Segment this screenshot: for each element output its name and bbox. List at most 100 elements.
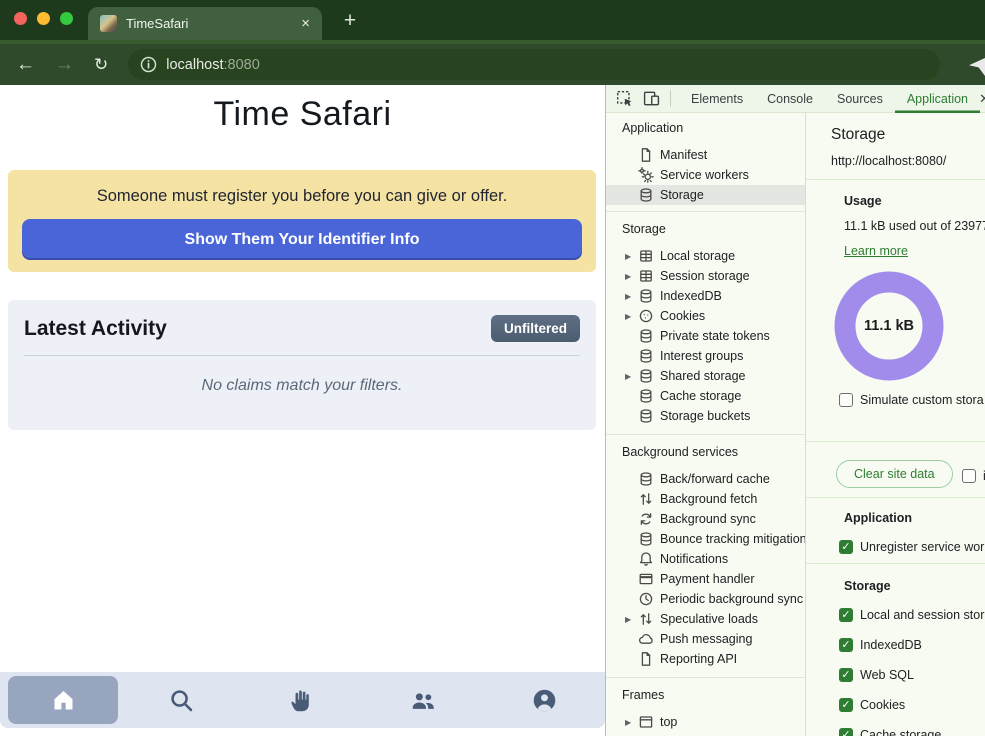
site-info-icon[interactable] [140, 56, 157, 73]
sidebar-item-manifest[interactable]: ▶Manifest [606, 145, 805, 165]
expand-arrow-icon[interactable]: ▶ [625, 312, 638, 321]
expand-arrow-icon[interactable]: ▶ [625, 372, 638, 381]
tab-close-icon[interactable]: × [301, 16, 310, 31]
mouse-cursor [969, 58, 985, 76]
sidebar-item-storage[interactable]: ▶Storage [606, 185, 805, 205]
sidebar-item-back-forward-cache[interactable]: ▶Back/forward cache [606, 469, 805, 489]
device-toolbar-icon[interactable] [643, 90, 660, 107]
learn-more-link[interactable]: Learn more [844, 244, 908, 258]
sidebar-item-payment-handler[interactable]: ▶Payment handler [606, 569, 805, 589]
document-icon [638, 147, 654, 163]
nav-profile-button[interactable] [484, 672, 605, 728]
sidebar-section-background-services: Background services▶Back/forward cache▶B… [606, 435, 805, 678]
checkbox-web-sql[interactable]: ✓ [839, 668, 853, 682]
nav-search-button[interactable] [121, 672, 242, 728]
sidebar-item-top[interactable]: ▶top [606, 712, 805, 732]
sidebar-section-storage: Storage▶Local storage▶Session storage▶In… [606, 212, 805, 435]
bell-icon [638, 551, 654, 567]
nav-active-pill[interactable] [8, 676, 118, 724]
zoom-window-button[interactable] [60, 12, 73, 25]
filter-button[interactable]: Unfiltered [491, 315, 580, 342]
sidebar-item-storage-buckets[interactable]: ▶Storage buckets [606, 406, 805, 426]
sidebar-item-label: Bounce tracking mitigation [660, 532, 805, 546]
check-row-local-and-session-stor: ✓Local and session stor [839, 605, 984, 625]
database-icon [638, 531, 654, 547]
expand-arrow-icon[interactable]: ▶ [625, 615, 638, 624]
sidebar-item-local-storage[interactable]: ▶Local storage [606, 246, 805, 266]
sidebar-item-private-state-tokens[interactable]: ▶Private state tokens [606, 326, 805, 346]
forward-icon: → [55, 55, 74, 74]
devtools-close-icon[interactable]: ✕ [979, 91, 985, 107]
expand-arrow-icon[interactable]: ▶ [625, 272, 638, 281]
inspect-element-icon[interactable] [616, 90, 633, 107]
sidebar-item-notifications[interactable]: ▶Notifications [606, 549, 805, 569]
table-icon [638, 268, 654, 284]
reload-icon[interactable]: ↻ [94, 55, 108, 74]
close-window-button[interactable] [14, 12, 27, 25]
hand-icon [289, 687, 316, 714]
checkbox-cache-storage[interactable]: ✓ [839, 728, 853, 736]
sidebar-item-indexeddb[interactable]: ▶IndexedDB [606, 286, 805, 306]
check-row-cookies: ✓Cookies [839, 695, 984, 715]
sidebar-item-service-workers[interactable]: ▶Service workers [606, 165, 805, 185]
gears-icon [638, 167, 654, 183]
storage-section-heading: Storage [844, 579, 891, 593]
nav-home-button[interactable] [0, 672, 121, 728]
sidebar-section-title: Storage [606, 222, 805, 240]
browser-toolbar: ← → ↻ localhost :8080 [0, 40, 985, 85]
checkbox-cookies[interactable]: ✓ [839, 698, 853, 712]
sidebar-item-session-storage[interactable]: ▶ Session storage [606, 266, 805, 286]
checkbox-simulate-custom-storage[interactable] [839, 393, 853, 407]
minimize-window-button[interactable] [37, 12, 50, 25]
sidebar-item-background-sync[interactable]: ▶Background sync [606, 509, 805, 529]
frame-icon [638, 714, 654, 730]
profile-icon [531, 687, 558, 714]
sidebar-item-cache-storage[interactable]: ▶Cache storage [606, 386, 805, 406]
bottom-nav-bar [0, 672, 605, 728]
sidebar-item-interest-groups[interactable]: ▶Interest groups [606, 346, 805, 366]
back-icon[interactable]: ← [16, 55, 35, 74]
sidebar-item-speculative-loads[interactable]: ▶Speculative loads [606, 609, 805, 629]
devtools-tab-elements[interactable]: Elements [679, 85, 755, 113]
search-icon [168, 687, 195, 714]
address-bar[interactable]: localhost :8080 [128, 49, 940, 80]
card-divider [24, 355, 580, 356]
panel-divider [806, 497, 985, 498]
devtools-tab-application[interactable]: Application [895, 85, 980, 113]
new-tab-button[interactable]: + [336, 8, 364, 36]
traffic-lights [14, 12, 73, 25]
expand-arrow-icon[interactable]: ▶ [625, 252, 638, 261]
usage-heading: Usage [844, 194, 882, 208]
sidebar-item-label: Reporting API [660, 652, 737, 666]
expand-arrow-icon[interactable]: ▶ [625, 292, 638, 301]
sidebar-item-shared-storage[interactable]: ▶Shared storage [606, 366, 805, 386]
alert-message: Someone must register you before you can… [8, 170, 596, 206]
checkbox-indexeddb[interactable]: ✓ [839, 638, 853, 652]
checkbox-including-third-party[interactable] [962, 469, 976, 483]
expand-arrow-icon[interactable]: ▶ [625, 718, 638, 727]
arrows-icon [638, 611, 654, 627]
show-identifier-button[interactable]: Show Them Your Identifier Info [22, 219, 582, 260]
sidebar-item-label: Cache storage [660, 389, 741, 403]
database-icon [638, 328, 654, 344]
application-section-heading: Application [844, 511, 912, 525]
sidebar-item-label: Push messaging [660, 632, 752, 646]
browser-tab[interactable]: TimeSafari × [88, 7, 322, 40]
nav-hand-button[interactable] [242, 672, 363, 728]
checkbox-unregister-service-wor[interactable]: ✓ [839, 540, 853, 554]
storage-panel: Storage http://localhost:8080/ Usage 11.… [806, 113, 985, 736]
devtools-tab-sources[interactable]: Sources [825, 85, 895, 113]
nav-people-button[interactable] [363, 672, 484, 728]
sidebar-item-bounce-tracking-mitigation[interactable]: ▶Bounce tracking mitigation [606, 529, 805, 549]
sidebar-item-push-messaging[interactable]: ▶Push messaging [606, 629, 805, 649]
sidebar-item-background-fetch[interactable]: ▶Background fetch [606, 489, 805, 509]
sidebar-item-label: Session storage [660, 269, 750, 283]
sidebar-item-label: Background sync [660, 512, 756, 526]
clear-site-data-button[interactable]: Clear site data [836, 460, 953, 488]
checkbox-local-and-session-stor[interactable]: ✓ [839, 608, 853, 622]
sidebar-item-cookies[interactable]: ▶Cookies [606, 306, 805, 326]
devtools-tab-console[interactable]: Console [755, 85, 825, 113]
sidebar-item-periodic-background-sync[interactable]: ▶Periodic background sync [606, 589, 805, 609]
document-icon [638, 651, 654, 667]
sidebar-item-reporting-api[interactable]: ▶Reporting API [606, 649, 805, 669]
